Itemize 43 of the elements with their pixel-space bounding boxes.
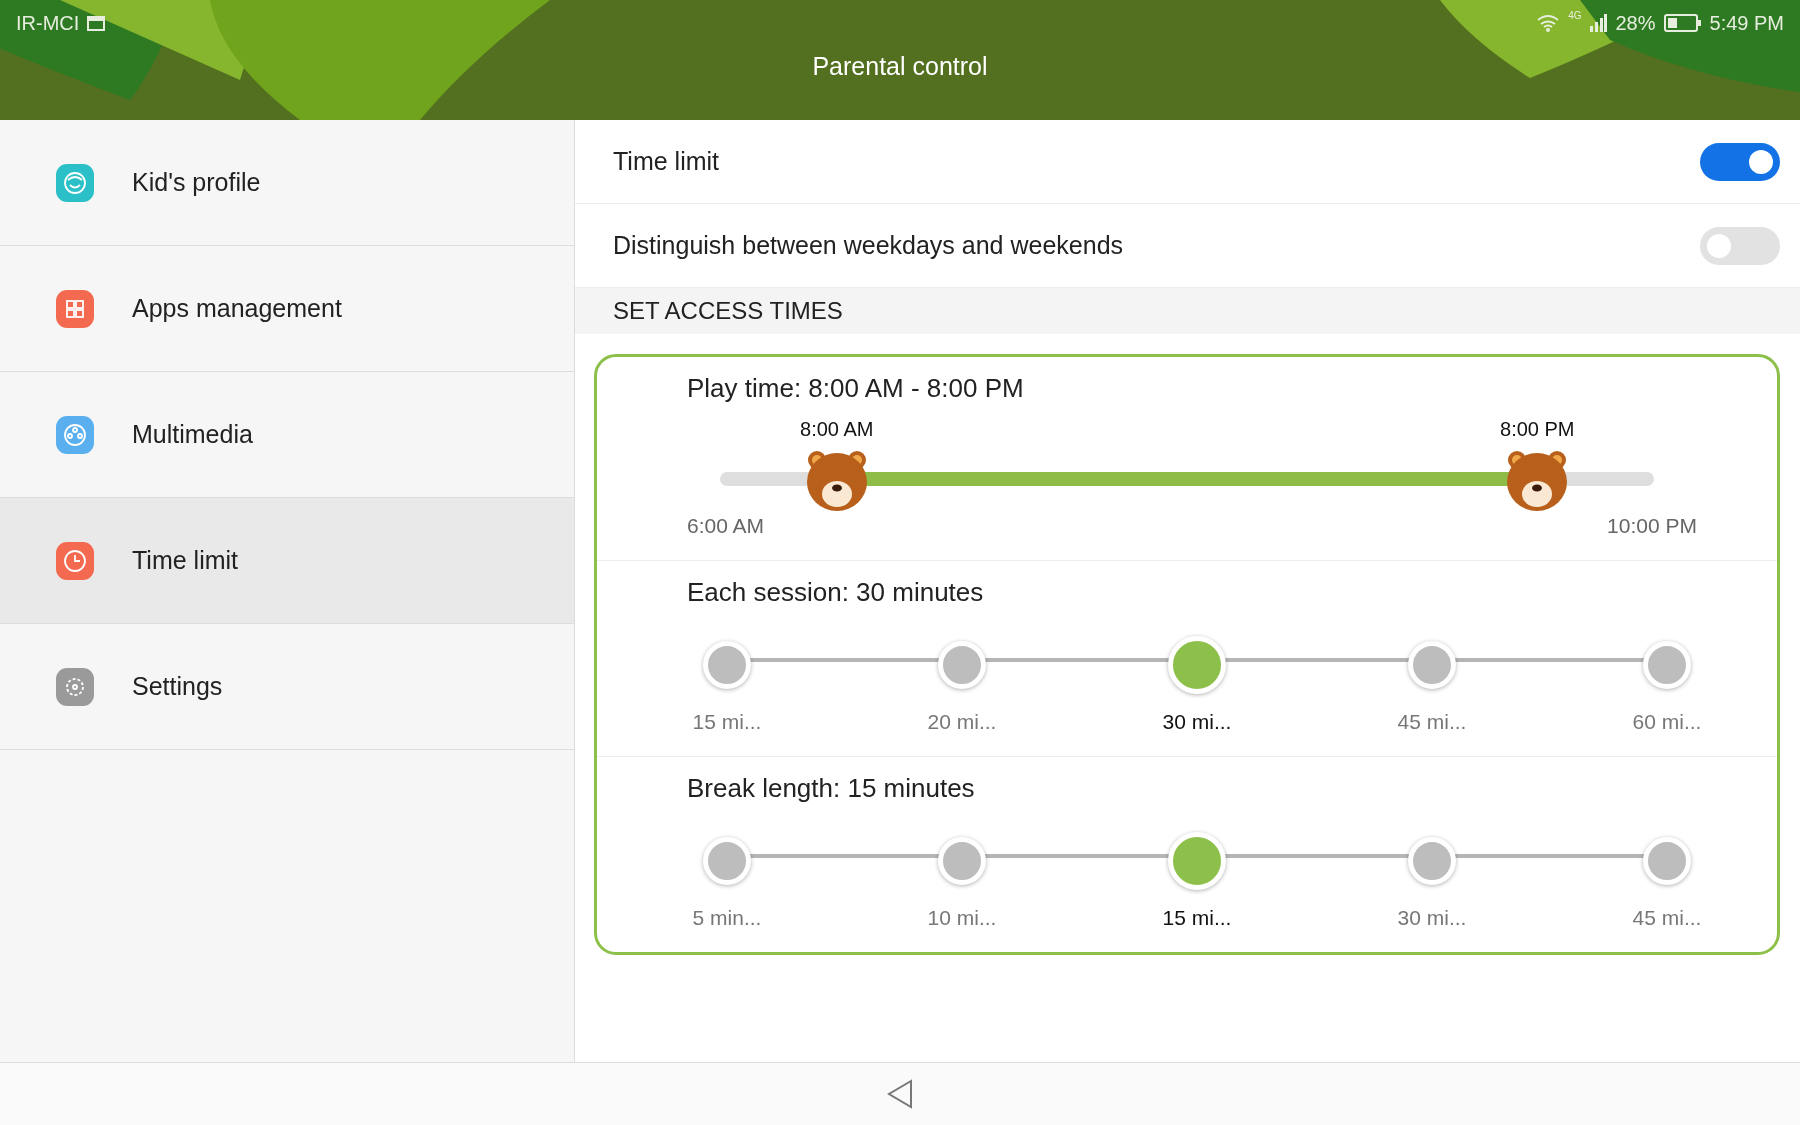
setting-label: Distinguish between weekdays and weekends [613,231,1125,260]
step-label: 5 min... [692,906,762,930]
slider-title: Break length: 15 minutes [687,773,976,804]
step-label: 45 mi... [1397,710,1467,734]
step-label: 15 mi... [692,710,762,734]
film-reel-icon [56,415,94,454]
back-icon[interactable] [886,1079,914,1109]
battery-percent: 28% [1615,11,1656,35]
grid-icon [56,289,94,328]
slider-title: Each session: 30 minutes [687,577,985,608]
step-label: 60 mi... [1632,710,1702,734]
step-label: 20 mi... [927,710,997,734]
face-icon [56,163,94,202]
settings-icon [56,667,94,706]
step-label: 10 mi... [927,906,997,930]
carrier-name: IR-MCI [16,11,80,35]
clock-icon [56,541,94,580]
toggle-switch[interactable] [1700,142,1780,181]
network-type: 4G [1568,10,1582,21]
sidebar-item-label: Kid's profile [132,168,261,197]
sidebar-item-label: Apps management [132,294,342,323]
sidebar-item[interactable]: Time limit [0,498,574,624]
sidebar-item-label: Time limit [132,546,238,575]
signal-icon [1589,14,1608,32]
sidebar-item-label: Settings [132,672,223,701]
step-label: 45 mi... [1632,906,1702,930]
step-label: 30 mi... [1162,710,1232,734]
wifi-icon [1536,14,1561,32]
range-max-label: 10:00 PM [1607,514,1697,538]
setting-label: Time limit [613,147,720,176]
toggle-switch[interactable] [1700,226,1780,265]
calendar-icon [87,15,106,31]
section-header: SET ACCESS TIMES [575,288,1800,334]
clock-time: 5:49 PM [1709,11,1784,35]
battery-icon [1663,14,1702,32]
step-label: 30 mi... [1397,906,1467,930]
screen-title: Parental control [811,52,989,81]
range-min-label: 6:00 AM [687,514,765,538]
thumb-label: 8:00 PM [1500,418,1575,441]
thumb-label: 8:00 AM [800,418,874,441]
slider-title: Play time: 8:00 AM - 8:00 PM [687,373,1025,404]
step-label: 15 mi... [1162,906,1232,930]
sidebar-item-label: Multimedia [132,420,253,449]
